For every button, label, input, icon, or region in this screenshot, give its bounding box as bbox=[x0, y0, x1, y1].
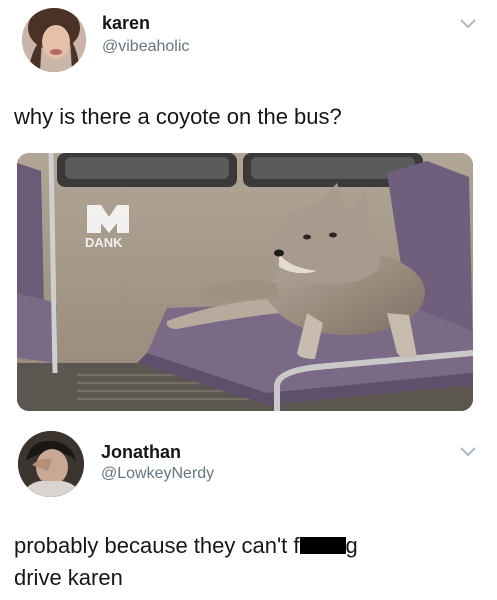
tweet-media[interactable]: DANK bbox=[17, 153, 473, 411]
reply-avatar[interactable] bbox=[18, 431, 84, 497]
avatar[interactable] bbox=[22, 8, 86, 72]
reply-text-line2: drive karen bbox=[14, 565, 123, 590]
reply-author-name[interactable]: Jonathan bbox=[101, 442, 181, 463]
author-handle[interactable]: @vibeaholic bbox=[102, 38, 189, 56]
censor-bar bbox=[299, 537, 346, 554]
reply-text: probably because they can't f g drive kar… bbox=[14, 530, 484, 594]
reply-author-handle[interactable]: @LowkeyNerdy bbox=[101, 465, 214, 483]
tweet-text: why is there a coyote on the bus? bbox=[14, 104, 342, 129]
reply-text-part1: probably because they can't f bbox=[14, 533, 300, 558]
coyote-on-bus-photo: DANK bbox=[17, 153, 473, 411]
author-name[interactable]: karen bbox=[102, 13, 150, 34]
watermark-label: DANK bbox=[85, 235, 123, 250]
chevron-down-icon[interactable] bbox=[458, 444, 478, 458]
reply-text-part2: g bbox=[345, 533, 358, 558]
chevron-down-icon[interactable] bbox=[458, 16, 478, 30]
